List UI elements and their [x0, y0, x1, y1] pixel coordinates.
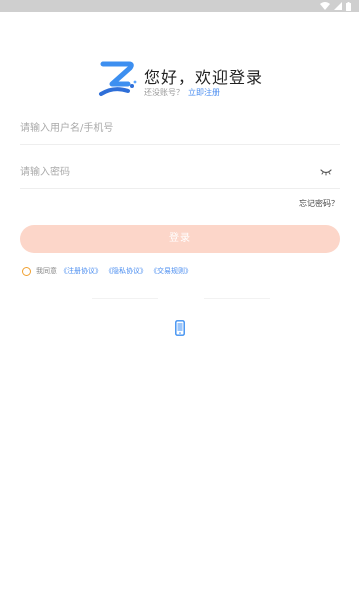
agreement-row: 我同意 《注册协议》 《隐私协议》 《交易规则》 — [22, 265, 192, 277]
agreement-checkbox[interactable] — [22, 266, 31, 276]
divider — [204, 298, 270, 299]
signal-icon — [334, 2, 342, 10]
trading-rules-link[interactable]: 《交易规则》 — [150, 266, 192, 276]
page-title: 您好，欢迎登录 — [144, 68, 264, 87]
app-logo — [99, 61, 137, 96]
password-input[interactable] — [20, 158, 310, 186]
username-field — [20, 114, 340, 145]
username-input[interactable] — [20, 114, 310, 142]
no-account-text: 还没账号？ — [144, 88, 184, 97]
eye-closed-icon[interactable] — [320, 167, 332, 177]
registration-agreement-link[interactable]: 《注册协议》 — [60, 266, 102, 276]
register-prompt: 还没账号？ 立即注册 — [144, 87, 220, 98]
status-icons — [320, 1, 351, 11]
divider — [92, 298, 158, 299]
login-button[interactable]: 登录 — [20, 225, 340, 253]
password-field — [20, 158, 340, 189]
battery-icon — [346, 1, 351, 11]
phone-icon[interactable] — [175, 320, 185, 336]
agreement-prefix: 我同意 — [36, 267, 57, 275]
privacy-agreement-link[interactable]: 《隐私协议》 — [105, 266, 147, 276]
forgot-password-link[interactable]: 忘记密码？ — [299, 198, 339, 209]
wifi-icon — [320, 2, 330, 10]
register-link[interactable]: 立即注册 — [188, 88, 220, 97]
status-bar — [0, 0, 359, 12]
